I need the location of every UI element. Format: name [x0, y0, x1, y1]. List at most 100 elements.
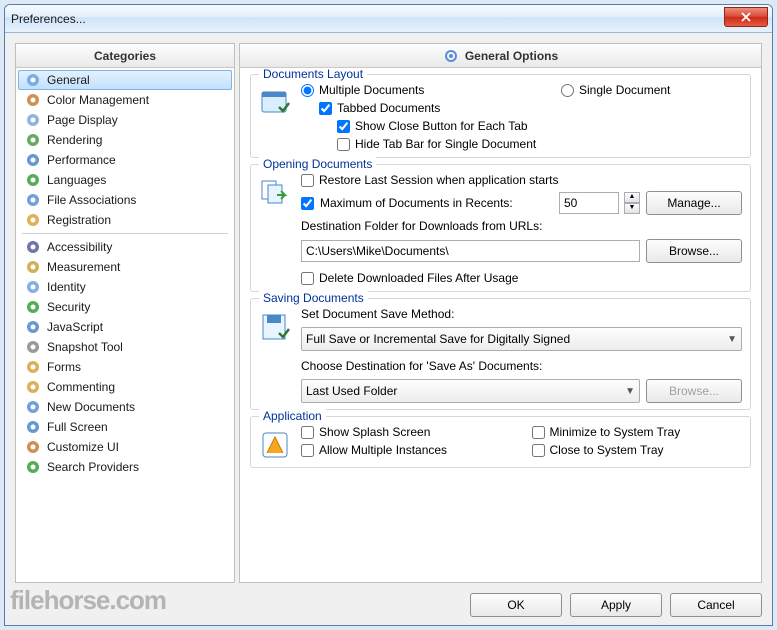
- dialog-buttons: OK Apply Cancel: [15, 589, 762, 617]
- chevron-down-icon: ▼: [625, 386, 635, 397]
- browse-dest-button[interactable]: Browse...: [646, 239, 742, 263]
- close-button[interactable]: [724, 7, 768, 27]
- sidebar-item-label: Measurement: [47, 260, 120, 274]
- label-multiple: Multiple Documents: [319, 83, 424, 97]
- sidebar-item-label: Registration: [47, 213, 111, 227]
- sidebar-item-label: Page Display: [47, 113, 118, 127]
- group-title-saving: Saving Documents: [259, 291, 368, 305]
- sidebar-item-registration[interactable]: Registration: [18, 210, 232, 230]
- newdoc-icon: [25, 399, 41, 415]
- group-layout: Documents Layout Multiple Documents: [250, 74, 751, 158]
- sidebar-item-pagedisplay[interactable]: Page Display: [18, 110, 232, 130]
- label-destfolder: Destination Folder for Downloads from UR…: [301, 219, 742, 233]
- apply-button[interactable]: Apply: [570, 593, 662, 617]
- save-icon: [259, 311, 291, 343]
- group-saving: Saving Documents Set Document Save Metho…: [250, 298, 751, 410]
- check-closebtn[interactable]: [337, 120, 350, 133]
- check-restore[interactable]: [301, 174, 314, 187]
- close-icon: [740, 12, 752, 22]
- sidebar-item-search[interactable]: Search Providers: [18, 457, 232, 477]
- label-hidetab: Hide Tab Bar for Single Document: [355, 137, 536, 151]
- sidebar-item-languages[interactable]: Languages: [18, 170, 232, 190]
- shield-icon: [25, 299, 41, 315]
- sidebar-item-label: Snapshot Tool: [47, 340, 123, 354]
- js-icon: [25, 319, 41, 335]
- categories-panel: Categories General Color Management Page D…: [15, 43, 235, 583]
- group-title-opening: Opening Documents: [259, 157, 376, 171]
- sidebar-item-javascript[interactable]: JavaScript: [18, 317, 232, 337]
- sidebar-item-label: File Associations: [47, 193, 136, 207]
- check-maxdocs[interactable]: [301, 197, 314, 210]
- sidebar-item-label: Languages: [47, 173, 106, 187]
- sidebar-item-fullscreen[interactable]: Full Screen: [18, 417, 232, 437]
- check-hidetab[interactable]: [337, 138, 350, 151]
- check-closetray[interactable]: [532, 444, 545, 457]
- sidebar-item-label: Customize UI: [47, 440, 119, 454]
- form-icon: [25, 359, 41, 375]
- sidebar-item-label: Identity: [47, 280, 86, 294]
- options-panel: General Options Documents Layout: [239, 43, 762, 583]
- client-area: Categories General Color Management Page D…: [5, 33, 772, 625]
- open-icon: [259, 177, 291, 209]
- globe-icon: [25, 172, 41, 188]
- spin-down-icon[interactable]: ▼: [624, 203, 640, 214]
- sidebar-item-color[interactable]: Color Management: [18, 90, 232, 110]
- select-savedest[interactable]: Last Used Folder ▼: [301, 379, 640, 403]
- check-splash[interactable]: [301, 426, 314, 439]
- sidebar-item-measurement[interactable]: Measurement: [18, 257, 232, 277]
- customize-icon: [25, 439, 41, 455]
- spin-up-icon[interactable]: ▲: [624, 192, 640, 203]
- check-tabbed[interactable]: [319, 102, 332, 115]
- sidebar-item-label: Rendering: [47, 133, 102, 147]
- preferences-window: Preferences... Categories General Color M…: [4, 4, 773, 626]
- sidebar-item-label: Color Management: [47, 93, 149, 107]
- window-title: Preferences...: [11, 12, 86, 26]
- radio-multiple[interactable]: [301, 84, 314, 97]
- sidebar-item-customize[interactable]: Customize UI: [18, 437, 232, 457]
- sidebar-item-fileassoc[interactable]: File Associations: [18, 190, 232, 210]
- label-savedest: Choose Destination for 'Save As' Documen…: [301, 359, 742, 373]
- check-mintray[interactable]: [532, 426, 545, 439]
- cancel-button[interactable]: Cancel: [670, 593, 762, 617]
- camera-icon: [25, 339, 41, 355]
- options-header: General Options: [240, 44, 761, 68]
- check-deletedl[interactable]: [301, 272, 314, 285]
- palette-icon: [25, 92, 41, 108]
- input-destfolder[interactable]: [301, 240, 640, 262]
- sidebar-item-label: General: [47, 73, 90, 87]
- ok-button[interactable]: OK: [470, 593, 562, 617]
- sidebar-item-identity[interactable]: Identity: [18, 277, 232, 297]
- manage-button[interactable]: Manage...: [646, 191, 742, 215]
- label-closebtn: Show Close Button for Each Tab: [355, 119, 528, 133]
- group-application: Application Show Splash Screen: [250, 416, 751, 468]
- sidebar-item-performance[interactable]: Performance: [18, 150, 232, 170]
- category-separator: [22, 233, 228, 234]
- check-multiinst[interactable]: [301, 444, 314, 457]
- sidebar-item-label: Forms: [47, 360, 81, 374]
- page-icon: [25, 112, 41, 128]
- spinner-maxdocs[interactable]: ▲ ▼: [624, 192, 640, 214]
- panels: Categories General Color Management Page D…: [15, 43, 762, 583]
- sidebar-item-label: Security: [47, 300, 90, 314]
- categories-header: Categories: [16, 44, 234, 68]
- documents-icon: [259, 87, 291, 119]
- comment-icon: [25, 379, 41, 395]
- label-maxdocs: Maximum of Documents in Recents:: [320, 196, 553, 210]
- select-savemethod[interactable]: Full Save or Incremental Save for Digita…: [301, 327, 742, 351]
- sidebar-item-security[interactable]: Security: [18, 297, 232, 317]
- access-icon: [25, 239, 41, 255]
- sidebar-item-general[interactable]: General: [18, 70, 232, 90]
- input-maxdocs[interactable]: [559, 192, 619, 214]
- radio-single[interactable]: [561, 84, 574, 97]
- sidebar-item-rendering[interactable]: Rendering: [18, 130, 232, 150]
- sidebar-item-forms[interactable]: Forms: [18, 357, 232, 377]
- browse-save-button: Browse...: [646, 379, 742, 403]
- label-closetray: Close to System Tray: [550, 443, 664, 457]
- sidebar-item-label: Search Providers: [47, 460, 139, 474]
- category-list[interactable]: General Color Management Page Display Rende…: [16, 68, 234, 582]
- sidebar-item-newdocs[interactable]: New Documents: [18, 397, 232, 417]
- sidebar-item-snapshot[interactable]: Snapshot Tool: [18, 337, 232, 357]
- search-icon: [25, 459, 41, 475]
- sidebar-item-accessibility[interactable]: Accessibility: [18, 237, 232, 257]
- sidebar-item-commenting[interactable]: Commenting: [18, 377, 232, 397]
